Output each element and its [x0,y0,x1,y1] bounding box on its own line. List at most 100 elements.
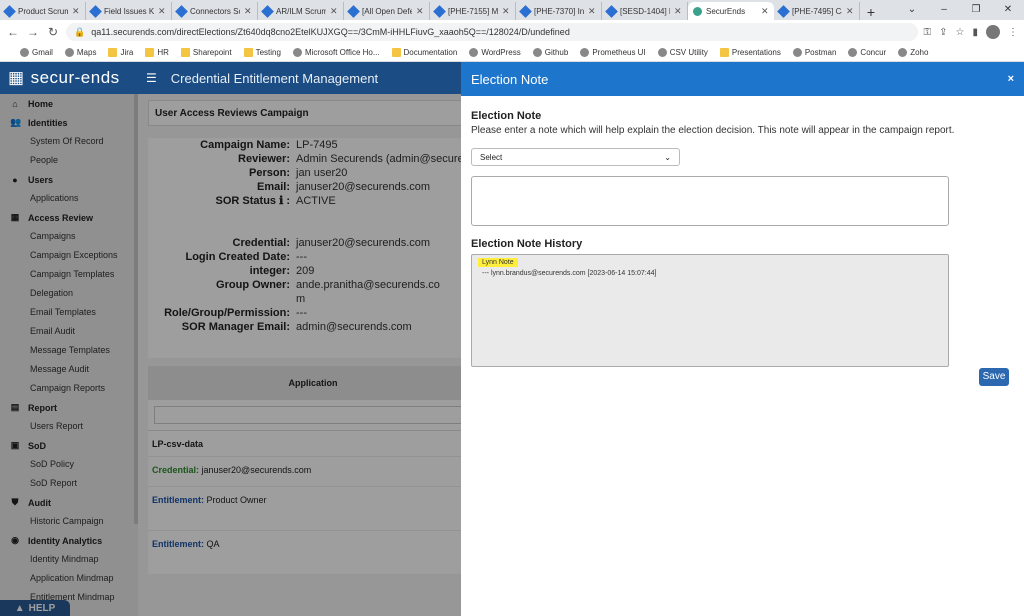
browser-tab[interactable]: SecurEnds ✕ [688,2,774,20]
browser-tab[interactable]: [All Open Defe ✕ [344,2,430,20]
bookmark-item[interactable]: Microsoft Office Ho... [292,48,380,57]
history-entry: Lynn Note [478,258,942,267]
browser-tab[interactable]: [PHE-7155] M ✕ [430,2,516,20]
tab-label: Connectors Sc [190,6,240,16]
tab-close-icon[interactable]: ✕ [846,6,854,17]
tab-close-icon[interactable]: ✕ [416,6,424,17]
tab-close-icon[interactable]: ✕ [588,6,596,17]
bookmark-item[interactable]: Zoho [898,48,928,57]
bookmark-item[interactable]: Maps [64,48,96,57]
browser-tab[interactable]: [PHE-7370] In ✕ [516,2,602,20]
bookmark-item[interactable]: Prometheus UI [580,48,646,57]
tab-label: Field Issues Ka [104,6,154,16]
browser-tab[interactable]: AR/ILM Scrum ✕ [258,2,344,20]
apps-grid-icon[interactable]: ▦ [8,68,25,88]
bookmark-item[interactable]: WordPress [469,48,521,57]
bookmark-item[interactable]: Concur [848,48,886,57]
modal-backdrop [0,94,461,616]
sidepanel-icon[interactable]: ▮ [972,27,978,38]
new-tab-button[interactable]: + [860,4,882,20]
browser-tab[interactable]: Field Issues Ka ✕ [86,2,172,20]
bookmark-item[interactable]: Presentations [719,48,781,57]
tab-close-icon[interactable]: ✕ [674,6,682,17]
bookmark-item[interactable]: Sharepoint [180,48,232,57]
history-meta: --- lynn.brandus@securends.com [2023-06-… [482,270,657,277]
tab-label: [PHE-7495] Ca [792,6,842,16]
favicon-icon [347,4,360,18]
bookmark-item[interactable]: Github [532,48,568,57]
bookmark-icon [657,48,667,57]
favicon-icon [519,4,532,18]
tab-close-icon[interactable]: ✕ [72,6,80,17]
tab-close-icon[interactable]: ✕ [502,6,510,17]
close-window-icon[interactable]: ✕ [992,0,1024,20]
bookmark-item[interactable]: Postman [792,48,836,57]
bookmark-item[interactable]: CSV Utility [657,48,708,57]
logo-text: secur-ends [30,68,120,87]
forward-icon[interactable]: → [26,25,40,39]
tab-label: [All Open Defe [362,6,412,16]
share-icon[interactable]: ⇪ [939,27,947,38]
bookmark-icon [580,48,590,57]
tab-close-icon[interactable]: ✕ [158,6,166,17]
folder-icon [180,48,190,57]
close-icon[interactable]: × [1008,73,1014,85]
bookmark-icon [792,48,802,57]
favicon-icon [777,4,790,18]
election-note-modal: Election Note × Election Note Please ent… [461,62,1024,616]
bookmark-item[interactable]: Jira [108,48,133,57]
modal-title: Election Note [471,71,549,87]
election-note-history[interactable]: Lynn Note --- lynn.brandus@securends.com … [471,254,949,367]
bookmark-item[interactable]: Testing [243,48,281,57]
bookmark-icon [20,48,29,57]
bookmark-icon [848,48,858,57]
back-icon[interactable]: ← [6,25,20,39]
bookmark-item[interactable]: Gmail [20,48,53,57]
election-select[interactable]: Select ⌄ [471,148,680,166]
folder-icon [719,48,729,57]
star-icon[interactable]: ☆ [956,27,965,38]
hamburger-menu-icon[interactable]: ☰ [146,71,157,85]
window-controls: ⌄ – ❐ ✕ [896,0,1024,20]
browser-tab[interactable]: Connectors Sc ✕ [172,2,258,20]
election-note-label: Election Note [471,110,542,122]
favicon-icon [89,4,102,18]
tab-label: SecurEnds [706,6,746,16]
history-note: Lynn Note [478,258,518,267]
url-field[interactable]: 🔒 qa11.securends.com/directElections/Zt6… [66,23,918,41]
folder-icon [108,48,118,57]
modal-header: Election Note × [461,62,1024,96]
election-note-textarea[interactable] [471,176,949,226]
tab-close-icon[interactable]: ✕ [330,6,338,17]
browser-tab[interactable]: [SESD-1404] L ✕ [602,2,688,20]
favicon-icon [693,6,702,16]
bookmark-item[interactable]: Documentation [391,48,457,57]
reload-icon[interactable]: ↻ [46,25,60,39]
browser-tab[interactable]: [PHE-7495] Ca ✕ [774,2,860,20]
key-icon[interactable]: ⚿ [924,27,932,38]
bookmarks-bar: Gmail Maps Jira HR Sharepoint Testing Microsof… [0,44,1024,62]
folder-icon [243,48,253,57]
tab-label: [PHE-7370] In [534,6,584,16]
bookmark-icon [532,48,542,57]
bookmark-icon [469,48,479,57]
favicon-icon [261,4,274,18]
avatar[interactable] [986,25,1000,39]
logo[interactable]: ▦ secur-ends [0,68,138,88]
tab-search-icon[interactable]: ⌄ [896,0,928,20]
tab-close-icon[interactable]: ✕ [761,6,769,17]
tab-label: AR/ILM Scrum [276,6,326,16]
bookmark-icon [898,48,908,57]
restore-icon[interactable]: ❐ [960,0,992,20]
bookmark-item[interactable]: HR [145,48,169,57]
minimize-icon[interactable]: – [928,0,960,20]
tab-close-icon[interactable]: ✕ [244,6,252,17]
save-button[interactable]: Save [979,368,1009,386]
folder-icon [391,48,401,57]
menu-icon[interactable]: ⋮ [1008,27,1018,38]
tab-label: [SESD-1404] L [620,6,670,16]
favicon-icon [605,4,618,18]
bookmark-icon [64,48,74,57]
bookmark-icon [292,48,302,57]
browser-tab[interactable]: Product Scrum ✕ [0,2,86,20]
